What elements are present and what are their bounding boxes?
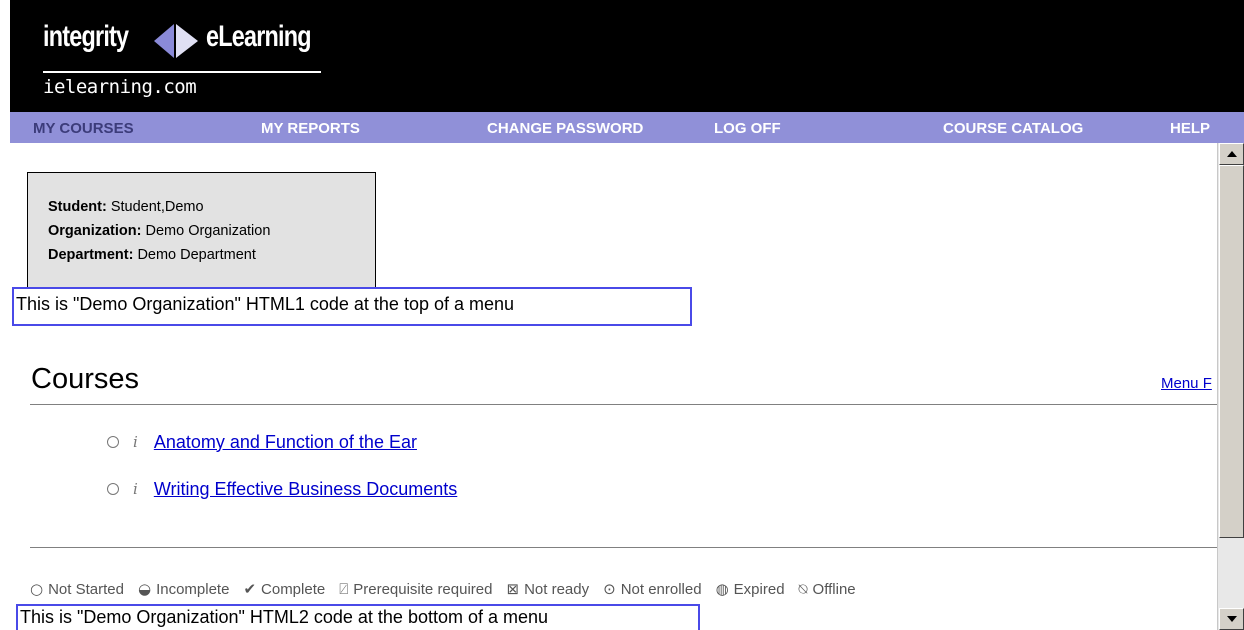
course-item: i Writing Effective Business Documents (107, 477, 457, 501)
nav-course-catalog[interactable]: COURSE CATALOG (943, 120, 1083, 137)
legend-not-started: ○ Not Started (30, 580, 124, 598)
vertical-scrollbar[interactable] (1217, 143, 1244, 630)
legend-prerequisite: ⍁ Prerequisite required (339, 580, 493, 598)
course-info-icon[interactable]: i (133, 480, 138, 498)
courses-heading: Courses (31, 363, 139, 395)
student-row: Student: Student,Demo (48, 199, 204, 215)
html1-custom-block: This is "Demo Organization" HTML1 code a… (12, 287, 692, 326)
logo-divider (43, 71, 321, 73)
courses-divider-bottom (30, 547, 1217, 548)
status-legend: ○ Not Started ◒ Incomplete ✔ Complete ⍁ Prer… (30, 580, 870, 598)
scroll-up-button[interactable] (1219, 143, 1244, 165)
logo-word-integrity: integrity (43, 20, 129, 53)
nav-my-courses[interactable]: MY COURSES (33, 120, 134, 137)
course-link-business-documents[interactable]: Writing Effective Business Documents (154, 479, 457, 500)
offline-icon: ⍉ (798, 580, 808, 598)
not-enrolled-icon: ⊙ (603, 580, 616, 598)
html2-custom-block: This is "Demo Organization" HTML2 code a… (16, 604, 700, 630)
integrity-elearning-logo[interactable]: integrity eLearning ielearning.com (38, 16, 328, 106)
checkmark-icon: ✔ (243, 580, 257, 598)
nav-help[interactable]: HELP (1170, 120, 1210, 137)
scroll-down-button[interactable] (1219, 608, 1244, 630)
arrow-up-icon (1226, 151, 1237, 157)
student-info-box: Student: Student,Demo Organization: Demo… (27, 172, 376, 288)
main-nav-bar: MY COURSES MY REPORTS CHANGE PASSWORD LO… (0, 112, 1244, 143)
not-ready-icon: ⊠ (506, 580, 520, 598)
prerequisite-icon: ⍁ (339, 580, 349, 598)
legend-expired: ◍ Expired (715, 580, 785, 598)
expired-icon: ◍ (715, 580, 729, 598)
logo-word-elearning: eLearning (206, 20, 312, 53)
scrollbar-thumb[interactable] (1219, 165, 1244, 538)
organization-row: Organization: Demo Organization (48, 223, 271, 239)
main-content: Student: Student,Demo Organization: Demo… (10, 143, 1217, 630)
legend-not-ready: ⊠ Not ready (506, 580, 590, 598)
logo-domain-text: ielearning.com (43, 76, 197, 98)
nav-my-reports[interactable]: MY REPORTS (261, 120, 360, 137)
logo-diamond-icon (154, 24, 198, 58)
department-row: Department: Demo Department (48, 247, 256, 263)
courses-divider-top (30, 404, 1217, 405)
arrow-down-icon (1226, 616, 1237, 622)
nav-change-password[interactable]: CHANGE PASSWORD (487, 120, 643, 137)
legend-offline: ⍉ Offline (798, 580, 856, 598)
header-banner: integrity eLearning ielearning.com (0, 0, 1244, 112)
organization-name: Demo Organization (145, 223, 271, 239)
course-info-icon[interactable]: i (133, 433, 138, 451)
legend-not-enrolled: ⊙ Not enrolled (603, 580, 702, 598)
course-item: i Anatomy and Function of the Ear (107, 430, 417, 454)
course-link-anatomy[interactable]: Anatomy and Function of the Ear (154, 432, 417, 453)
legend-complete: ✔ Complete (243, 580, 326, 598)
not-started-status-icon (107, 436, 119, 448)
student-name: Student,Demo (110, 199, 204, 215)
nav-log-off[interactable]: LOG OFF (714, 120, 781, 137)
not-started-status-icon (107, 483, 119, 495)
not-started-icon: ○ (30, 580, 44, 598)
menu-link[interactable]: Menu F (1161, 375, 1212, 392)
incomplete-icon: ◒ (137, 580, 152, 598)
legend-incomplete: ◒ Incomplete (137, 580, 230, 598)
department-name: Demo Department (137, 247, 256, 263)
